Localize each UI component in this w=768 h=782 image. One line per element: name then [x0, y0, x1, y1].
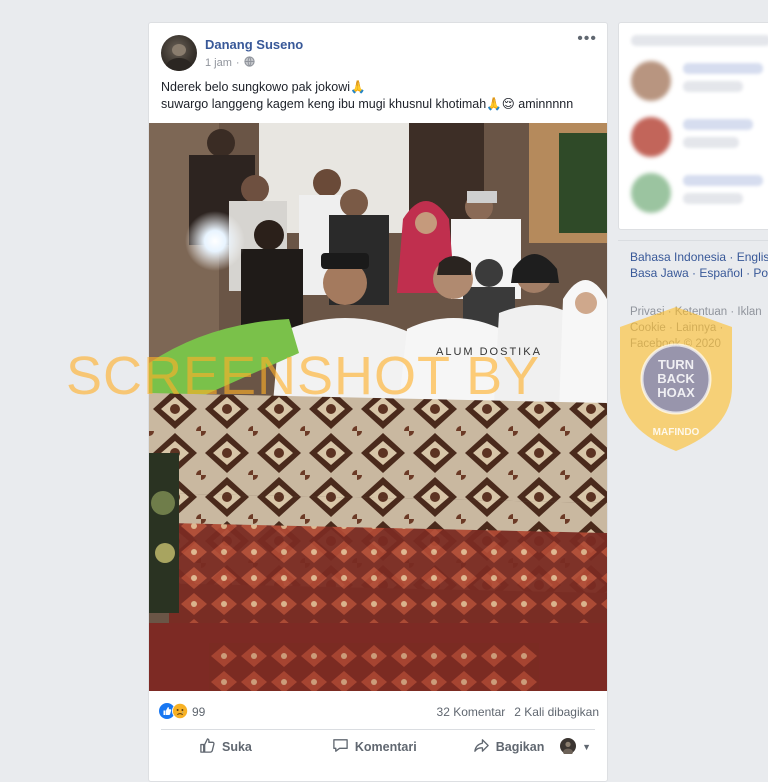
sidebar-suggestions	[618, 22, 768, 230]
like-button-label: Suka	[222, 740, 252, 754]
post-photo[interactable]: ALUM DOSTIKA	[149, 123, 607, 691]
post-time[interactable]: 1 jam	[205, 57, 232, 69]
mafindo-badge-logo: TURN BACK HOAX MAFINDO	[616, 305, 736, 453]
svg-text:BACK: BACK	[657, 371, 695, 386]
comment-count[interactable]: 32 Komentar	[437, 705, 506, 719]
post-text-line1: Nderek belo sungkowo pak jokowi🙏	[161, 80, 366, 94]
share-count[interactable]: 2 Kali dibagikan	[514, 705, 599, 719]
blurred-avatar	[631, 61, 671, 101]
like-button[interactable]: Suka	[199, 737, 252, 757]
share-button-label: Bagikan	[495, 740, 545, 754]
comment-button[interactable]: Komentari	[332, 737, 417, 757]
author-name[interactable]: Danang Suseno	[205, 37, 303, 52]
post-text-line2: suwargo langgeng kagem keng ibu mugi khu…	[161, 97, 574, 111]
action-divider	[161, 729, 595, 730]
blurred-avatar	[631, 173, 671, 213]
photo-scene: ALUM DOSTIKA	[149, 123, 607, 691]
svg-text:TURN: TURN	[658, 357, 694, 372]
comment-icon	[332, 737, 349, 757]
post-text: Nderek belo sungkowo pak jokowi🙏 suwargo…	[161, 79, 601, 113]
language-line1[interactable]: Bahasa Indonesia · Englis	[618, 249, 768, 265]
audience-selector[interactable]: ▼	[560, 737, 591, 757]
thumbs-up-icon	[199, 737, 216, 757]
blurred-avatar	[631, 117, 671, 157]
sad-icon[interactable]	[172, 702, 188, 722]
action-bar: Suka Komentari Bagikan ▼	[159, 735, 599, 759]
reaction-count[interactable]: 99	[192, 705, 205, 719]
post-stats: 99 32 Komentar 2 Kali dibagikan	[159, 701, 599, 723]
user-avatar-icon	[560, 737, 577, 757]
comment-button-label: Komentari	[354, 740, 417, 754]
svg-text:HOAX: HOAX	[657, 385, 695, 400]
watermark-text: SCREENSHOT BY	[66, 346, 541, 406]
language-links: Bahasa Indonesia · Englis Basa Jawa · Es…	[618, 240, 768, 281]
author-avatar[interactable]	[161, 35, 197, 71]
chevron-down-icon: ▼	[582, 742, 591, 752]
language-line2[interactable]: Basa Jawa · Español · Po	[618, 265, 768, 281]
more-options-icon[interactable]: •••	[577, 31, 597, 47]
share-button[interactable]: Bagikan	[473, 737, 545, 757]
post-meta: 1 jam ·	[205, 56, 255, 70]
globe-icon	[243, 56, 255, 70]
share-icon	[473, 737, 490, 757]
svg-text:MAFINDO: MAFINDO	[653, 427, 700, 438]
